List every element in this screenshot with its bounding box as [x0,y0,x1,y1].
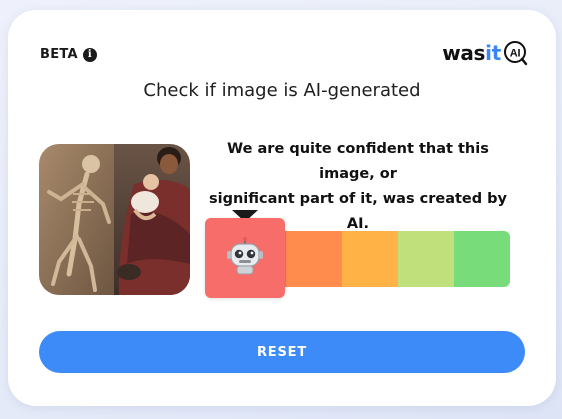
meter-segment-5 [454,231,510,287]
beta-label: BETA [40,47,78,62]
meter-active-segment [205,218,285,298]
info-icon[interactable]: i [82,47,97,62]
detector-card: BETA i was it AI Check if image is AI-gen… [8,10,556,406]
logo-badge-text: AI [510,48,521,60]
wasitai-logo[interactable]: was it AI [442,40,528,66]
logo-text-was: was [442,41,486,65]
meter-segment-2 [286,231,342,287]
logo-ai-badge-icon: AI [502,40,528,66]
beta-badge: BETA i [40,47,97,62]
page-title: Check if image is AI-generated [143,80,421,101]
meter-segment-4 [398,231,454,287]
robot-icon [225,236,265,280]
logo-text-it: it [485,41,501,65]
reset-button[interactable]: RESET [39,331,525,373]
uploaded-image-thumbnail [39,144,190,295]
meter-segment-3 [342,231,398,287]
verdict-line-1: We are quite confident that this image, … [227,141,489,182]
